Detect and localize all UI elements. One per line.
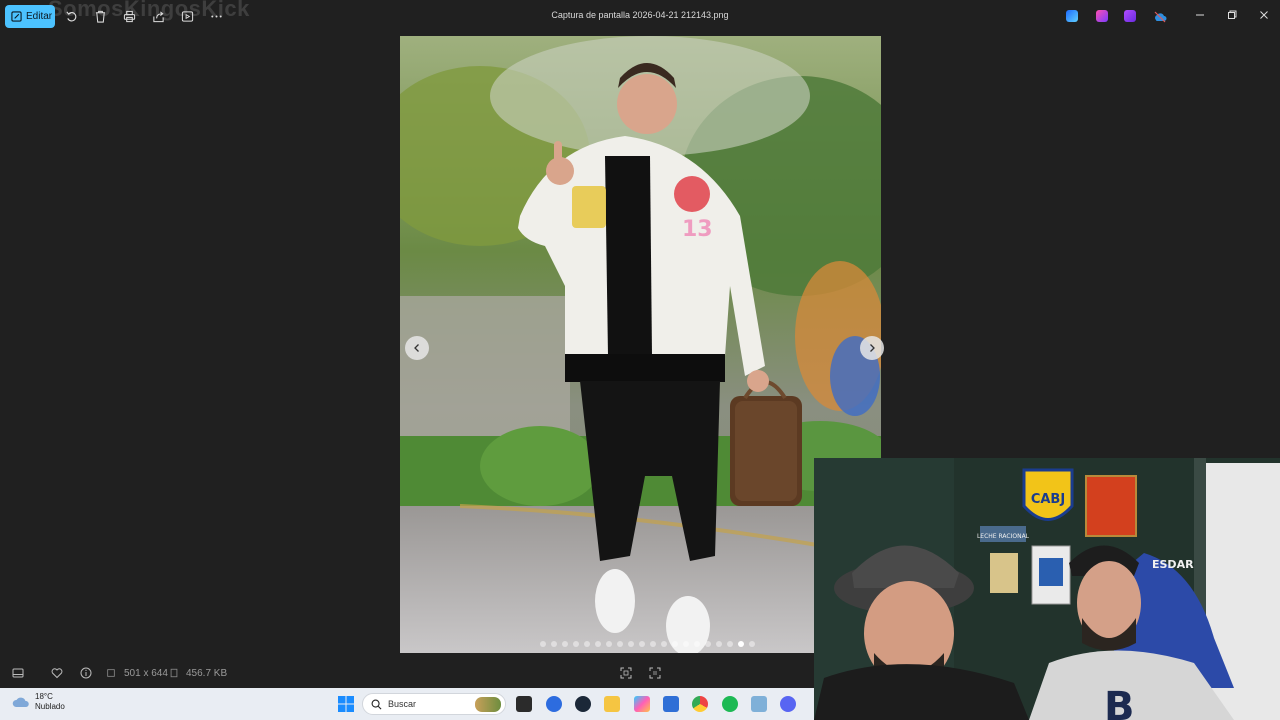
- previous-photo-button[interactable]: [405, 336, 429, 360]
- pagination-dot[interactable]: [672, 641, 678, 647]
- close-icon: [1260, 11, 1268, 19]
- actual-size-button[interactable]: [648, 666, 661, 679]
- spotify-app-icon[interactable]: [722, 696, 738, 712]
- weather-widget[interactable]: 18°C Nublado: [12, 692, 65, 712]
- pagination-dot[interactable]: [551, 641, 557, 647]
- photo-pagination-dots: [540, 641, 755, 647]
- task-view-icon[interactable]: [516, 696, 532, 712]
- store-app-icon[interactable]: [663, 696, 679, 712]
- pagination-dot[interactable]: [727, 641, 733, 647]
- filesize-icon: [169, 666, 179, 679]
- title-bar: SomosKingosKick Editar Captura de pantal…: [0, 0, 1280, 32]
- file-size: 456.7 KB: [186, 668, 228, 679]
- pagination-dot[interactable]: [606, 641, 612, 647]
- pagination-dot[interactable]: [694, 641, 700, 647]
- favorite-button[interactable]: [50, 666, 63, 679]
- pagination-dot[interactable]: [562, 641, 568, 647]
- restore-icon: [1228, 10, 1237, 19]
- actual-size-icon: [649, 667, 660, 678]
- pagination-dot[interactable]: [738, 641, 744, 647]
- pagination-dot[interactable]: [540, 641, 546, 647]
- search-highlight-image: [475, 697, 501, 712]
- pagination-dot[interactable]: [639, 641, 645, 647]
- onedrive-icon[interactable]: [1153, 10, 1167, 23]
- filmstrip-icon: [12, 668, 23, 677]
- pagination-dot[interactable]: [683, 641, 689, 647]
- weather-condition: Nublado: [35, 702, 65, 711]
- fit-icon: [620, 667, 631, 678]
- copilot-app-icon[interactable]: [634, 696, 650, 712]
- zoom-app-icon[interactable]: [546, 696, 562, 712]
- minimize-button[interactable]: [1193, 8, 1207, 22]
- pagination-dot[interactable]: [716, 641, 722, 647]
- pagination-dot[interactable]: [595, 641, 601, 647]
- heart-icon: [51, 667, 62, 678]
- fit-to-window-button[interactable]: [619, 666, 632, 679]
- pagination-dot[interactable]: [650, 641, 656, 647]
- discord-app-icon[interactable]: [780, 696, 796, 712]
- gaming-chair-text: ESDAR: [1152, 558, 1194, 571]
- windows-start-icon[interactable]: [338, 696, 354, 712]
- search-icon: [371, 699, 382, 709]
- minimize-icon: [1196, 14, 1204, 16]
- photos-app-icon[interactable]: [751, 696, 767, 712]
- weather-temperature: 18°C: [35, 692, 53, 701]
- svg-text:13: 13: [682, 217, 713, 242]
- webcam-feed: CABJ LECHE RACIONAL ESDAR B: [814, 458, 1280, 720]
- cloud-icon: [12, 697, 29, 707]
- app-purple-icon[interactable]: [1124, 10, 1136, 22]
- pagination-dot[interactable]: [628, 641, 634, 647]
- pagination-dot[interactable]: [573, 641, 579, 647]
- restore-button[interactable]: [1225, 8, 1239, 22]
- shirt-letter: B: [1104, 684, 1135, 720]
- taskbar-search[interactable]: Buscar: [362, 693, 506, 715]
- chrome-app-icon[interactable]: [692, 696, 708, 712]
- dimensions-icon: [106, 666, 116, 679]
- wall-sign-text: LECHE RACIONAL: [977, 533, 1030, 540]
- info-icon: [80, 667, 91, 678]
- filmstrip-toggle[interactable]: [11, 666, 24, 679]
- pagination-dot[interactable]: [749, 641, 755, 647]
- photo-canvas: 13: [400, 36, 881, 653]
- file-info-button[interactable]: [79, 666, 92, 679]
- window-title: Captura de pantalla 2026-04-21 212143.pn…: [551, 10, 729, 20]
- football-player-photo: 13: [400, 36, 881, 653]
- pagination-dot[interactable]: [705, 641, 711, 647]
- cabj-badge-text: CABJ: [1031, 492, 1065, 507]
- file-explorer-icon[interactable]: [604, 696, 620, 712]
- search-placeholder: Buscar: [388, 699, 417, 709]
- app-copilot-icon[interactable]: [1096, 10, 1108, 22]
- image-dimensions: 501 x 644: [124, 668, 168, 679]
- steam-app-icon[interactable]: [575, 696, 591, 712]
- pagination-dot[interactable]: [617, 641, 623, 647]
- chevron-left-icon: [414, 344, 419, 352]
- close-button[interactable]: [1257, 8, 1271, 22]
- app-blue-icon[interactable]: [1066, 10, 1078, 22]
- streamer-webcam-overlay: CABJ LECHE RACIONAL ESDAR B: [814, 458, 1280, 720]
- pagination-dot[interactable]: [661, 641, 667, 647]
- chevron-right-icon: [870, 344, 875, 352]
- next-photo-button[interactable]: [860, 336, 884, 360]
- pagination-dot[interactable]: [584, 641, 590, 647]
